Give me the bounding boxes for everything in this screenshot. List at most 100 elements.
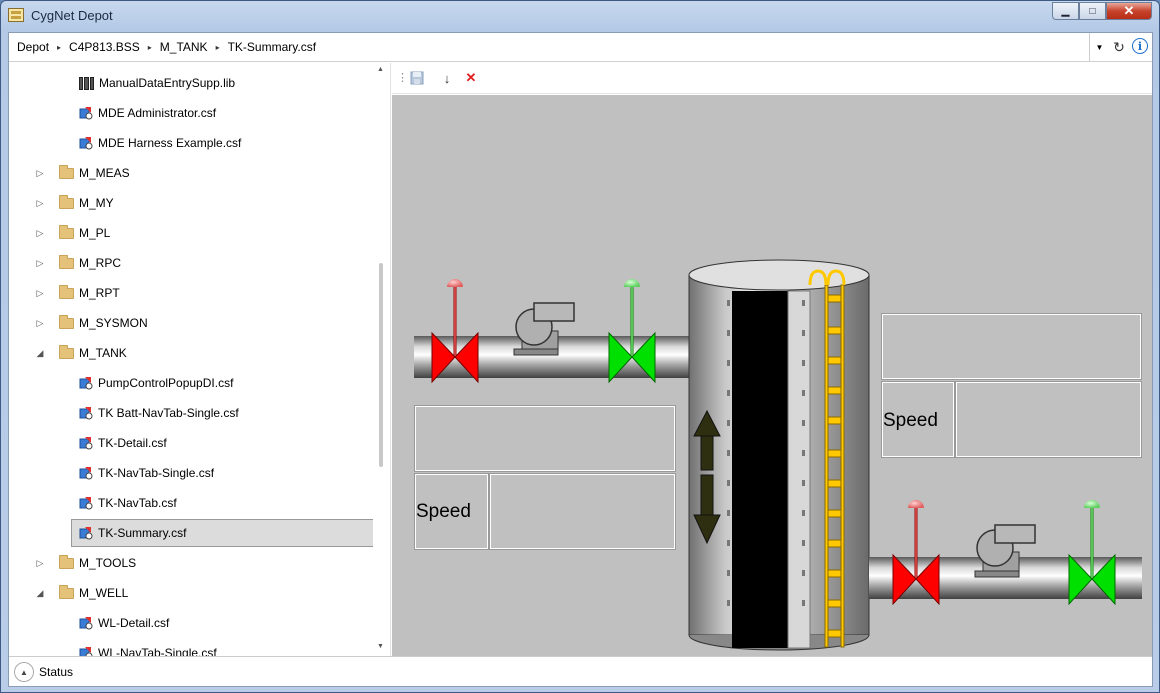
editor-toolbar: ⋮ ↓ ✕: [392, 63, 1152, 94]
breadcrumb-item[interactable]: M_TANK: [156, 40, 212, 54]
tree-item-label: M_TOOLS: [79, 556, 137, 570]
tree-file-item[interactable]: TK Batt-NavTab-Single.csf: [79, 399, 239, 427]
client-area: Depot ▸ C4P813.BSS ▸ M_TANK ▸ TK-Summary.csf ▼…: [8, 32, 1153, 687]
tree-file-item[interactable]: TK-Summary.csf: [71, 519, 374, 547]
collapse-icon[interactable]: ◢: [35, 588, 45, 599]
breadcrumb-separator-icon[interactable]: ▸: [53, 43, 65, 52]
expand-icon[interactable]: ▷: [35, 288, 45, 299]
tree-item-label: WL-Detail.csf: [98, 616, 170, 630]
refresh-icon[interactable]: ↻: [1110, 38, 1128, 56]
folder-icon: [59, 164, 74, 179]
csf-file-icon: [79, 436, 93, 450]
right-status-box: [881, 313, 1142, 380]
csf-file-icon: [79, 106, 93, 120]
scroll-thumb[interactable]: [379, 263, 383, 467]
tree-folder-m-tools[interactable]: ▷ M_TOOLS: [37, 549, 137, 577]
breadcrumb-item[interactable]: TK-Summary.csf: [224, 40, 320, 54]
tree-file-item[interactable]: WL-Detail.csf: [79, 609, 169, 637]
tree-item-label: TK Batt-NavTab-Single.csf: [98, 406, 239, 420]
tree-item-label: M_WELL: [79, 586, 129, 600]
tree-folder-m-sysmon[interactable]: ▷ M_SYSMON: [37, 309, 148, 337]
tree-item-label: TK-Detail.csf: [98, 436, 167, 450]
tree-item-label: MDE Harness Example.csf: [98, 136, 242, 150]
download-icon[interactable]: ↓: [438, 69, 456, 87]
folder-icon: [59, 344, 74, 359]
scroll-down-icon[interactable]: ▼: [377, 643, 384, 650]
save-icon[interactable]: [408, 69, 426, 87]
expand-icon[interactable]: ▷: [35, 198, 45, 209]
csf-file-icon: [79, 136, 93, 150]
tree-item-label: MDE Administrator.csf: [98, 106, 217, 120]
tree-item-label: WL-NavTab-Single.csf: [98, 646, 217, 656]
csf-file-icon: [79, 646, 93, 656]
tree-item-label: M_MY: [79, 196, 114, 210]
tree-folder-m-rpc[interactable]: ▷ M_RPC: [37, 249, 122, 277]
tree-folder-m-pl[interactable]: ▷ M_PL: [37, 219, 111, 247]
folder-icon: [59, 554, 74, 569]
breadcrumb-separator-icon[interactable]: ▸: [212, 43, 224, 52]
expand-icon[interactable]: ▷: [35, 558, 45, 569]
tree-item-label: M_PL: [79, 226, 111, 240]
tree-item-label: TK-NavTab.csf: [98, 496, 177, 510]
app-icon: [8, 8, 24, 22]
tree-file-item[interactable]: TK-NavTab-Single.csf: [79, 459, 214, 487]
tree-folder-m-my[interactable]: ▷ M_MY: [37, 189, 114, 217]
tree-folder-m-well[interactable]: ◢ M_WELL: [37, 579, 129, 607]
collapse-icon[interactable]: ◢: [35, 348, 45, 359]
tree-item-label: PumpControlPopupDI.csf: [98, 376, 234, 390]
expand-icon[interactable]: ▷: [35, 228, 45, 239]
left-status-box: [414, 405, 676, 472]
tree-file-item[interactable]: TK-NavTab.csf: [79, 489, 177, 517]
status-expand-icon[interactable]: ▲: [14, 662, 34, 682]
csf-file-icon: [79, 406, 93, 420]
csf-file-icon: [79, 496, 93, 510]
breadcrumb-item[interactable]: C4P813.BSS: [65, 40, 144, 54]
tree-file-item[interactable]: WL-NavTab-Single.csf: [79, 639, 217, 656]
status-bar: ▲ Status: [9, 656, 1152, 686]
toolbar-grip-icon: ⋮: [397, 72, 408, 84]
tree-item-label: M_RPC: [79, 256, 122, 270]
library-icon: [79, 76, 94, 90]
breadcrumb: Depot ▸ C4P813.BSS ▸ M_TANK ▸ TK-Summary.csf ▼…: [9, 33, 1152, 62]
graphic-canvas: Speed Speed: [392, 95, 1152, 656]
tree-file-item[interactable]: MDE Harness Example.csf: [79, 129, 241, 157]
breadcrumb-item[interactable]: Depot: [13, 40, 53, 54]
tree-scrollbar[interactable]: ▲ ▼: [373, 63, 390, 656]
expand-icon[interactable]: ▷: [35, 168, 45, 179]
title-bar[interactable]: CygNet Depot ▁ □ ✕: [1, 1, 1159, 31]
tree-file-item[interactable]: MDE Administrator.csf: [79, 99, 216, 127]
csf-file-icon: [79, 466, 93, 480]
tree-item-label: TK-NavTab-Single.csf: [98, 466, 215, 480]
expand-icon[interactable]: ▷: [35, 318, 45, 329]
csf-file-icon: [79, 616, 93, 630]
folder-icon: [59, 194, 74, 209]
csf-file-icon: [79, 526, 93, 540]
close-button[interactable]: ✕: [1106, 2, 1152, 20]
scroll-up-icon[interactable]: ▲: [377, 66, 384, 73]
tree-folder-m-meas[interactable]: ▷ M_MEAS: [37, 159, 130, 187]
tank: [688, 259, 870, 651]
delete-icon[interactable]: ✕: [462, 69, 480, 87]
file-tree: ManualDataEntrySupp.lib MDE Administrator…: [9, 63, 391, 656]
tree-folder-m-rpt[interactable]: ▷ M_RPT: [37, 279, 120, 307]
tree-item-label: M_SYSMON: [79, 316, 148, 330]
folder-icon: [59, 224, 74, 239]
tree-file-item[interactable]: TK-Detail.csf: [79, 429, 167, 457]
tree-file-item[interactable]: PumpControlPopupDI.csf: [79, 369, 233, 397]
left-speed-value: [489, 473, 676, 550]
tree-file-item[interactable]: ManualDataEntrySupp.lib: [79, 69, 235, 97]
folder-icon: [59, 254, 74, 269]
breadcrumb-dropdown-icon[interactable]: ▼: [1089, 33, 1109, 61]
info-icon[interactable]: i: [1132, 38, 1148, 54]
minimize-button[interactable]: ▁: [1052, 2, 1079, 20]
window-title: CygNet Depot: [31, 8, 113, 23]
folder-icon: [59, 284, 74, 299]
right-speed-value: [955, 381, 1142, 458]
tree-item-label: M_RPT: [79, 286, 120, 300]
tree-item-label: M_MEAS: [79, 166, 130, 180]
right-speed-label: Speed: [883, 410, 938, 431]
breadcrumb-separator-icon[interactable]: ▸: [144, 43, 156, 52]
expand-icon[interactable]: ▷: [35, 258, 45, 269]
maximize-button[interactable]: □: [1079, 2, 1106, 20]
tree-folder-m-tank[interactable]: ◢ M_TANK: [37, 339, 127, 367]
